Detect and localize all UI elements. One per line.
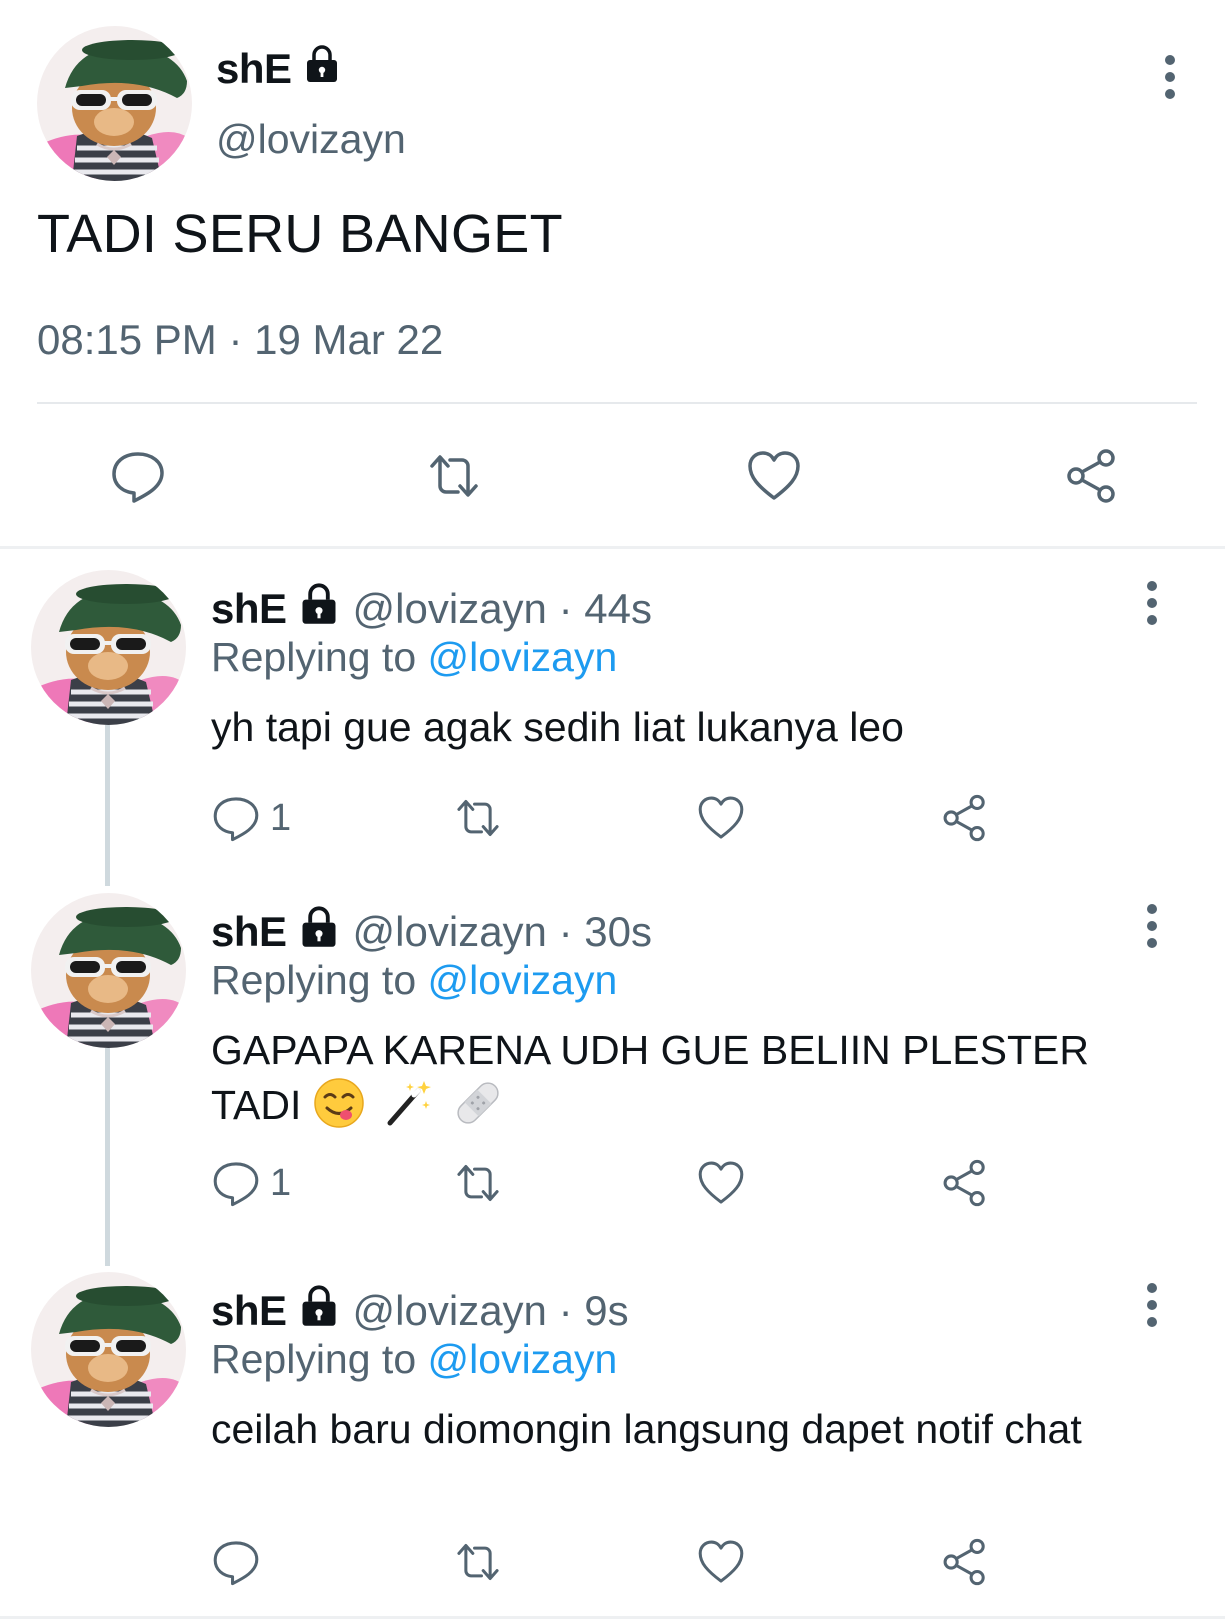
retweet-icon <box>452 1157 504 1209</box>
display-name[interactable]: shE <box>211 908 287 956</box>
action-bar <box>0 1534 1225 1590</box>
like-icon <box>695 1157 747 1209</box>
lock-icon <box>297 1284 341 1338</box>
mention-link[interactable]: @lovizayn <box>428 957 618 1003</box>
reply-button[interactable] <box>210 1534 270 1590</box>
tweet-text: GAPAPA KARENA UDH GUE BELIIN PLESTER TAD… <box>211 1023 1171 1132</box>
action-bar: 1 <box>0 790 1225 846</box>
avatar[interactable] <box>31 1272 186 1427</box>
replying-to: Replying to @lovizayn <box>211 1336 617 1383</box>
display-name[interactable]: shE <box>216 44 342 94</box>
reply-icon <box>210 1157 262 1209</box>
mention-link[interactable]: @lovizayn <box>428 1336 618 1382</box>
display-name[interactable]: shE <box>211 1287 287 1335</box>
reply-header: shE @lovizayn · 9s <box>211 1284 629 1338</box>
more-icon[interactable] <box>1150 52 1190 102</box>
retweet-icon <box>452 1536 504 1588</box>
mention-link[interactable]: @lovizayn <box>428 634 618 680</box>
tweet-text-line: GAPAPA KARENA UDH GUE BELIIN PLESTER <box>211 1027 1089 1073</box>
share-icon <box>939 1536 991 1588</box>
retweet-icon <box>424 446 484 506</box>
more-icon[interactable] <box>1132 1280 1172 1330</box>
avatar[interactable] <box>37 26 192 181</box>
replying-prefix: Replying to <box>211 1336 417 1382</box>
share-button[interactable] <box>939 790 991 846</box>
avatar[interactable] <box>31 570 186 725</box>
reply-button[interactable]: 1 <box>210 790 291 846</box>
more-icon[interactable] <box>1132 901 1172 951</box>
tweet-text: ceilah baru diomongin langsung dapet not… <box>211 1406 1082 1452</box>
reply-tweet[interactable]: shE @lovizayn · 44s Replying to @lovizay… <box>0 570 1225 860</box>
reply-icon <box>210 1536 262 1588</box>
tweet-text-line2: TADI <box>211 1077 1171 1132</box>
action-bar <box>0 446 1225 506</box>
reply-tweet[interactable]: shE @lovizayn · 9s Replying to @lovizayn… <box>0 1272 1225 1612</box>
magic-wand-emoji <box>387 1081 432 1126</box>
replying-to: Replying to @lovizayn <box>211 634 617 681</box>
divider <box>37 402 1197 404</box>
avatar[interactable] <box>31 893 186 1048</box>
timestamp[interactable]: 08:15 PM · 19 Mar 22 <box>37 316 443 364</box>
replying-to: Replying to @lovizayn <box>211 957 617 1004</box>
share-button[interactable] <box>939 1155 991 1211</box>
lock-icon <box>297 905 341 959</box>
bandage-emoji <box>456 1082 499 1124</box>
handle-time[interactable]: @lovizayn · 44s <box>353 585 652 633</box>
like-icon <box>744 446 804 506</box>
handle-time[interactable]: @lovizayn · 9s <box>353 1287 629 1335</box>
lock-icon <box>302 44 342 94</box>
retweet-button[interactable] <box>452 1155 504 1211</box>
display-name-text: shE <box>216 45 292 92</box>
retweet-button[interactable] <box>424 446 484 506</box>
reply-count: 1 <box>270 796 292 839</box>
replying-prefix: Replying to <box>211 957 417 1003</box>
divider <box>0 546 1225 549</box>
reply-header: shE @lovizayn · 44s <box>211 582 652 636</box>
like-icon <box>695 1536 747 1588</box>
like-button[interactable] <box>695 1155 747 1211</box>
more-icon[interactable] <box>1132 578 1172 628</box>
tweet-text-word: TADI <box>211 1082 302 1128</box>
share-icon <box>939 1157 991 1209</box>
reply-tweet[interactable]: shE @lovizayn · 30s Replying to @lovizay… <box>0 893 1225 1238</box>
reply-button[interactable]: 1 <box>210 1155 291 1211</box>
share-icon <box>939 792 991 844</box>
like-button[interactable] <box>695 790 747 846</box>
divider <box>0 1616 1225 1619</box>
tweet-text: TADI SERU BANGET <box>37 204 563 264</box>
like-icon <box>695 792 747 844</box>
retweet-icon <box>452 792 504 844</box>
lock-icon <box>297 582 341 636</box>
like-button[interactable] <box>695 1534 747 1590</box>
retweet-button[interactable] <box>452 1534 504 1590</box>
action-bar: 1 <box>0 1155 1225 1211</box>
reply-icon <box>210 792 262 844</box>
replying-prefix: Replying to <box>211 634 417 680</box>
retweet-button[interactable] <box>452 790 504 846</box>
tweet-text: yh tapi gue agak sedih liat lukanya leo <box>211 704 904 750</box>
reply-count: 1 <box>270 1161 292 1204</box>
display-name[interactable]: shE <box>211 585 287 633</box>
reply-header: shE @lovizayn · 30s <box>211 905 652 959</box>
handle[interactable]: @lovizayn <box>216 116 406 163</box>
like-button[interactable] <box>744 446 804 506</box>
share-button[interactable] <box>939 1534 991 1590</box>
yum-face-emoji <box>314 1078 364 1128</box>
share-button[interactable] <box>1062 446 1122 506</box>
reply-button[interactable] <box>108 446 168 506</box>
reply-icon <box>108 446 168 506</box>
share-icon <box>1062 446 1122 506</box>
handle-time[interactable]: @lovizayn · 30s <box>353 908 652 956</box>
